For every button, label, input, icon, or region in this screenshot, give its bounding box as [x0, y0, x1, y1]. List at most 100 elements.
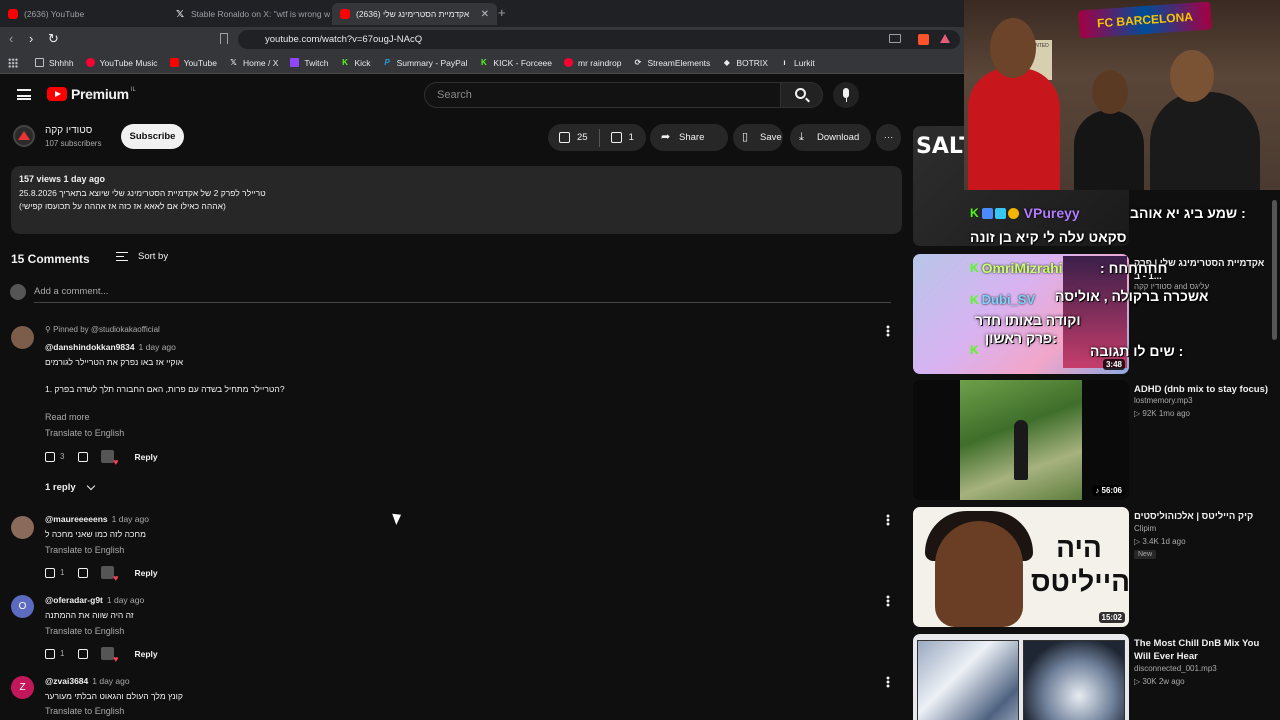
- forward-icon[interactable]: ›: [29, 31, 33, 46]
- reply-button[interactable]: Reply: [134, 649, 157, 659]
- close-tab-icon[interactable]: ✕: [481, 9, 489, 20]
- youtube-icon: [564, 58, 573, 67]
- bookmark-kick-forceee[interactable]: K KICK - Forceee: [479, 58, 552, 68]
- tab-youtube-home[interactable]: (2636) YouTube: [0, 3, 165, 25]
- share-button[interactable]: ➦ Share: [650, 124, 728, 151]
- comment-actions: 3 Reply: [45, 450, 158, 467]
- tab-youtube-video[interactable]: (2636) אקדמיית הסטרימינג שלי ✕: [332, 3, 497, 25]
- commenter-avatar[interactable]: O: [11, 595, 34, 618]
- subscribe-button[interactable]: Subscribe: [121, 124, 184, 149]
- chat-text: אשכרה ברקולה , אוליסה: [1055, 288, 1209, 304]
- comment-author[interactable]: @oferadar-g9t 1 day ago: [45, 595, 144, 605]
- thumbs-down-icon[interactable]: [78, 567, 89, 578]
- reload-icon[interactable]: ↻: [48, 31, 59, 47]
- bookmark-paypal[interactable]: P Summary - PayPal: [383, 58, 467, 68]
- comment-author[interactable]: @zvai3684 1 day ago: [45, 676, 130, 686]
- commenter-avatar[interactable]: [11, 516, 34, 539]
- video-channel[interactable]: Clipim: [1134, 524, 1156, 533]
- tab-x-post[interactable]: 𝕏 Stable Ronaldo on X: "wtf is wrong w: [167, 3, 332, 25]
- menu-icon[interactable]: [17, 89, 31, 100]
- recommended-video[interactable]: The Most Chill DnB Mix You Will Ever Hea…: [913, 634, 1273, 720]
- bookmark-lurkit[interactable]: ı Lurkit: [780, 58, 814, 68]
- video-channel[interactable]: disconnected_001.mp3: [1134, 664, 1217, 673]
- description-box[interactable]: 157 views 1 day ago טריילר לפרק 2 של אקד…: [11, 166, 902, 234]
- thumbs-up-icon[interactable]: [45, 648, 55, 659]
- search-button[interactable]: [781, 82, 823, 108]
- brave-shield-icon[interactable]: [918, 34, 929, 45]
- translate-link[interactable]: Translate to English: [45, 706, 124, 716]
- view-replies-button[interactable]: 1 reply: [45, 481, 95, 493]
- youtube-icon: [169, 58, 179, 67]
- x-icon: 𝕏: [175, 8, 185, 20]
- video-title[interactable]: The Most Chill DnB Mix You Will Ever Hea…: [1134, 637, 1269, 663]
- channel-avatar[interactable]: [13, 125, 35, 147]
- back-icon[interactable]: ‹: [9, 31, 13, 46]
- bookmark-streamelements[interactable]: ⟳ StreamElements: [633, 58, 711, 68]
- comment-menu-icon[interactable]: [886, 325, 890, 337]
- cast-icon[interactable]: [889, 34, 901, 43]
- comment-text: זה היה שווה את ההמתנה: [45, 610, 134, 620]
- bookmark-mr-raindrop[interactable]: mr raindrop: [564, 58, 621, 68]
- bookmark-icon[interactable]: [220, 33, 228, 44]
- comment-menu-icon[interactable]: [886, 514, 890, 526]
- creator-heart-icon: [101, 450, 118, 467]
- save-button[interactable]: ▯ Save: [733, 124, 783, 151]
- translate-link[interactable]: Translate to English: [45, 428, 124, 438]
- bookmark-home-x[interactable]: 𝕏 Home / X: [229, 58, 278, 68]
- translate-link[interactable]: Translate to English: [45, 545, 124, 555]
- dislike-button[interactable]: 1: [600, 124, 645, 151]
- chat-text: וקודה באותו חדר: [975, 312, 1081, 328]
- video-thumbnail[interactable]: ♪ 56:06: [913, 380, 1129, 500]
- download-button[interactable]: ⤓ Download: [790, 124, 871, 151]
- comment-author[interactable]: @maureeeeens 1 day ago: [45, 514, 149, 524]
- recommended-video[interactable]: ♪ 56:06 ADHD (dnb mix to stay focus) los…: [913, 380, 1273, 500]
- channel-name[interactable]: סטודיו קקה: [45, 125, 92, 136]
- bookmark-kick[interactable]: K Kick: [341, 58, 370, 68]
- video-title[interactable]: קיק הייליטס | אלכוהוליסטים: [1134, 510, 1269, 523]
- comment-menu-icon[interactable]: [886, 676, 890, 688]
- page-scrollbar[interactable]: [1272, 200, 1277, 340]
- sort-by-button[interactable]: Sort by: [116, 251, 168, 262]
- chat-text: : חחחחחח: [1100, 260, 1168, 276]
- video-title[interactable]: ADHD (dnb mix to stay focus): [1134, 383, 1269, 396]
- video-channel[interactable]: lostmemory.mp3: [1134, 396, 1193, 405]
- video-duration: 3:48: [1102, 359, 1125, 370]
- video-owner-row: סטודיו קקה 107 subscribers Subscribe 25 …: [0, 116, 910, 161]
- read-more-link[interactable]: Read more: [45, 412, 90, 422]
- like-button[interactable]: 25: [548, 124, 599, 151]
- thumbs-up-icon[interactable]: [45, 567, 55, 578]
- chat-message: K: [970, 343, 982, 357]
- youtube-premium-logo[interactable]: Premium IL: [47, 86, 136, 102]
- reply-button[interactable]: Reply: [134, 568, 157, 578]
- recommended-video[interactable]: היה הייליטס 15:02 קיק הייליטס | אלכוהולי…: [913, 507, 1273, 627]
- comment-author[interactable]: @danshindokkan9834 1 day ago: [45, 342, 176, 352]
- user-avatar: [10, 284, 26, 300]
- bookmark-youtube-music[interactable]: YouTube Music: [85, 58, 158, 68]
- video-thumbnail[interactable]: [913, 634, 1129, 720]
- video-thumbnail[interactable]: היה הייליטס 15:02: [913, 507, 1129, 627]
- search-input[interactable]: Search: [424, 82, 781, 108]
- new-tab-icon[interactable]: +: [498, 5, 506, 20]
- commenter-avatar[interactable]: [11, 326, 34, 349]
- bookmark-shhhh[interactable]: Shhhh: [35, 58, 74, 68]
- translate-link[interactable]: Translate to English: [45, 626, 124, 636]
- thumbs-down-icon[interactable]: [78, 648, 89, 659]
- comment-menu-icon[interactable]: [886, 595, 890, 607]
- reply-button[interactable]: Reply: [134, 452, 157, 462]
- brave-rewards-icon[interactable]: [940, 34, 950, 43]
- download-icon: ⤓: [799, 131, 804, 143]
- apps-button[interactable]: [8, 57, 23, 68]
- more-actions-button[interactable]: ···: [876, 124, 901, 151]
- add-comment-input[interactable]: Add a comment...: [34, 286, 891, 303]
- url-field[interactable]: youtube.com/watch?v=67ougJ-NAcQ: [238, 30, 960, 49]
- thumbs-down-icon[interactable]: [78, 451, 89, 462]
- commenter-avatar[interactable]: Z: [11, 676, 34, 699]
- bookmark-youtube[interactable]: YouTube: [169, 58, 217, 68]
- bookmark-botrix[interactable]: ◆ BOTRIX: [722, 58, 768, 68]
- chat-text: שמע ביג יא אוהב :: [1130, 205, 1246, 221]
- person: [968, 68, 1060, 190]
- like-count: 25: [577, 132, 588, 143]
- voice-search-icon[interactable]: [833, 82, 859, 108]
- bookmark-twitch[interactable]: Twitch: [290, 58, 329, 68]
- thumbs-up-icon[interactable]: [45, 451, 55, 462]
